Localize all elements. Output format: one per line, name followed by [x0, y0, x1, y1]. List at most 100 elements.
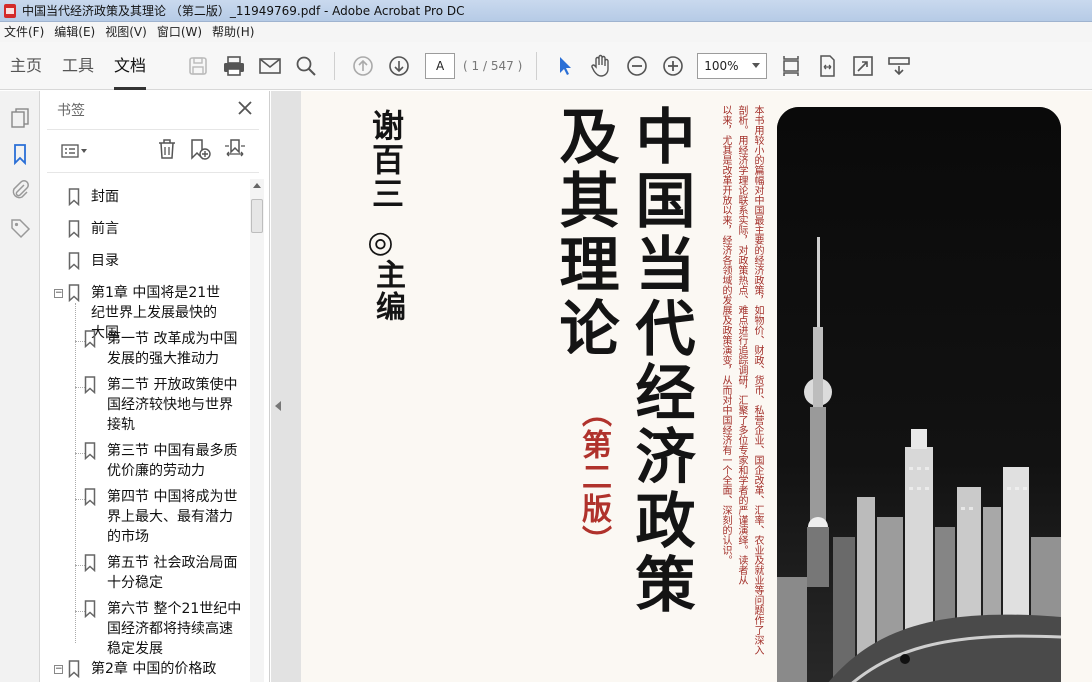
- bookmark-tree: 封面 前言 目录 − 第1章 中国将是21世纪世界上发展最快的大国 第一节 改革…: [41, 179, 249, 682]
- new-bookmark-button[interactable]: [189, 138, 211, 164]
- main-toolbar: 主页 工具 文档 A ( 1 / 547 ) 100%: [0, 42, 1092, 90]
- plus-circle-icon: [663, 55, 684, 76]
- zoom-out-button[interactable]: [622, 51, 652, 81]
- bookmarks-scrollbar[interactable]: [250, 179, 264, 682]
- menu-help[interactable]: 帮助(H): [208, 22, 260, 42]
- cover-blurb-column: 剖析。用经济学理论联系实际，对政策热点、难点进行追踪调研，汇聚了多位专家和学者的…: [736, 105, 747, 585]
- bookmark-item[interactable]: 第2章 中国的价格政: [41, 659, 249, 679]
- full-screen-icon: [853, 55, 874, 76]
- fit-width-button[interactable]: [812, 51, 842, 81]
- bookmark-label: 第六节 整个21世纪中国经济都将持续高速稳定发展: [107, 601, 242, 657]
- cover-author-role: 主编: [370, 259, 405, 323]
- scrollbar-thumb[interactable]: [251, 199, 263, 233]
- fit-width-icon: [820, 54, 835, 77]
- bookmark-label: 第三节 中国有最多质优价廉的劳动力: [107, 443, 238, 479]
- panel-title: 书签: [57, 103, 85, 119]
- select-tool-button[interactable]: [550, 51, 580, 81]
- page-count: ( 1 / 547 ): [463, 58, 523, 73]
- cover-author: 谢百三: [367, 109, 405, 211]
- bookmark-icon: [83, 375, 97, 395]
- pdf-app-icon: [4, 3, 16, 18]
- printer-icon: [224, 55, 245, 76]
- toolbar-separator: [334, 51, 336, 80]
- bookmark-icon: [67, 251, 81, 271]
- zoom-level-value: 100%: [704, 58, 739, 73]
- bookmark-icon: [67, 219, 81, 239]
- title-bar: 中国当代经济政策及其理论 （第二版）_11949769.pdf - Adobe …: [0, 0, 1092, 22]
- attachments-button[interactable]: [7, 177, 33, 203]
- fit-page-button[interactable]: [776, 51, 806, 81]
- save-icon: [189, 56, 207, 75]
- hand-tool-button[interactable]: [586, 51, 616, 81]
- bookmark-icon: [67, 659, 81, 679]
- bookmarks-panel: 书签 封面 前言 目录 − 第1章 中国将是21世纪世界上发展最快的大国 第一节…: [41, 91, 270, 682]
- search-button[interactable]: [291, 51, 321, 81]
- trash-icon: [159, 139, 175, 159]
- page-number-input[interactable]: A: [425, 52, 456, 79]
- bookmark-item[interactable]: 目录: [41, 251, 249, 271]
- bookmark-icon: [83, 553, 97, 573]
- tab-tools[interactable]: 工具: [52, 42, 104, 90]
- cover-author-separator: ◎: [363, 225, 398, 260]
- bookmark-item[interactable]: 第五节 社会政治局面十分稳定: [41, 553, 249, 593]
- pages-icon: [11, 108, 29, 128]
- zoom-in-button[interactable]: [658, 51, 688, 81]
- menu-bar: 文件(F) 编辑(E) 视图(V) 窗口(W) 帮助(H): [0, 22, 1092, 42]
- bookmark-icon: [83, 599, 97, 619]
- bookmark-item[interactable]: 封面: [41, 187, 249, 207]
- navigation-rail: [0, 91, 40, 682]
- options-list-icon: [61, 144, 87, 158]
- tags-button[interactable]: [7, 215, 33, 241]
- close-panel-button[interactable]: [237, 100, 253, 120]
- full-screen-button[interactable]: [848, 51, 878, 81]
- collapse-panel-handle[interactable]: [275, 401, 281, 411]
- bookmarks-panel-header: 书签: [41, 91, 269, 129]
- close-icon: [238, 101, 252, 115]
- bookmarks-button[interactable]: [7, 141, 33, 167]
- bookmark-label: 第2章 中国的价格政: [91, 661, 217, 677]
- bookmark-item[interactable]: 第二节 开放政策使中国经济较快地与世界接轨: [41, 375, 249, 435]
- delete-bookmark-button[interactable]: [157, 138, 177, 164]
- cover-blurb-column: 以来，尤其是改革开放以来，经济各领域的发展及政策演变，从而对中国经济有一个全面、…: [720, 105, 731, 565]
- zoom-level-select[interactable]: 100%: [697, 52, 768, 79]
- expand-bookmark-button[interactable]: [223, 138, 247, 164]
- menu-window[interactable]: 窗口(W): [153, 22, 208, 42]
- document-view[interactable]: 谢百三 ◎ 主编 中国当代经济政策 及其理论 （第二版） 本书用较小的篇幅对中国…: [271, 91, 1092, 682]
- bookmark-icon: [14, 144, 26, 165]
- bookmark-expand-icon: [225, 139, 245, 157]
- bookmark-icon: [83, 329, 97, 349]
- email-button[interactable]: [255, 51, 285, 81]
- print-button[interactable]: [219, 51, 249, 81]
- cover-city-photo: [777, 107, 1061, 682]
- bookmark-options-button[interactable]: [61, 143, 89, 159]
- bookmark-item[interactable]: 第一节 改革成为中国发展的强大推动力: [41, 329, 249, 369]
- bookmark-item[interactable]: 第三节 中国有最多质优价廉的劳动力: [41, 441, 249, 481]
- page-thumbnails-button[interactable]: [7, 105, 33, 131]
- bookmark-add-icon: [191, 139, 211, 160]
- envelope-icon: [259, 57, 281, 74]
- bookmark-label: 第四节 中国将成为世界上最大、最有潜力的市场: [107, 489, 238, 545]
- scroll-up-arrow[interactable]: [253, 183, 261, 188]
- bookmark-item[interactable]: 前言: [41, 219, 249, 239]
- cover-edition: （第二版）: [576, 397, 611, 557]
- chevron-down-icon: [752, 62, 761, 68]
- minus-circle-icon: [627, 55, 648, 76]
- toolbar-separator: [536, 51, 538, 80]
- previous-page-button[interactable]: [348, 51, 378, 81]
- bookmark-item[interactable]: 第四节 中国将成为世界上最大、最有潜力的市场: [41, 487, 249, 547]
- tab-document[interactable]: 文档: [104, 42, 156, 90]
- window-title: 中国当代经济政策及其理论 （第二版）_11949769.pdf - Adobe …: [22, 4, 465, 18]
- menu-view[interactable]: 视图(V): [101, 22, 153, 42]
- save-button[interactable]: [183, 51, 213, 81]
- bookmark-label: 第五节 社会政治局面十分稳定: [107, 555, 238, 591]
- tab-home[interactable]: 主页: [0, 42, 52, 90]
- read-mode-button[interactable]: [884, 51, 914, 81]
- bookmark-label: 前言: [91, 221, 119, 237]
- fit-page-icon: [783, 55, 799, 76]
- cursor-arrow-icon: [560, 56, 572, 75]
- menu-edit[interactable]: 编辑(E): [50, 22, 101, 42]
- next-page-button[interactable]: [384, 51, 414, 81]
- bookmarks-toolbar: [47, 129, 259, 173]
- bookmark-item[interactable]: 第六节 整个21世纪中国经济都将持续高速稳定发展: [41, 599, 249, 659]
- menu-file[interactable]: 文件(F): [0, 22, 50, 42]
